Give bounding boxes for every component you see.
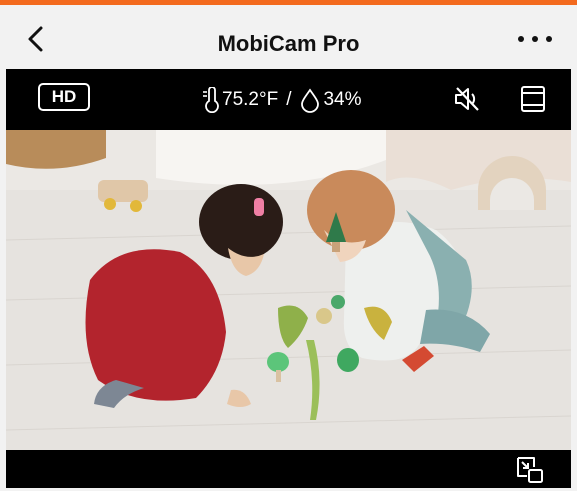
temperature-value: 75.2°F xyxy=(222,89,279,110)
thermometer-icon xyxy=(203,87,219,113)
speaker-muted-icon xyxy=(455,87,479,111)
video-control-bar: HD 75.2°F / 34% xyxy=(6,69,571,130)
top-navigation-bar: MobiCam Pro xyxy=(0,5,577,69)
picture-in-picture-icon xyxy=(517,457,543,483)
mute-button[interactable] xyxy=(452,84,482,114)
layout-split-icon xyxy=(521,86,545,112)
page-title: MobiCam Pro xyxy=(217,31,360,56)
droplet-icon xyxy=(301,88,320,113)
picture-in-picture-button[interactable] xyxy=(514,454,546,486)
more-horizontal-icon xyxy=(518,36,552,42)
layout-toggle-button[interactable] xyxy=(518,84,548,114)
environment-readout: 75.2°F / 34% xyxy=(200,87,362,113)
more-options-button[interactable] xyxy=(515,23,555,55)
live-video-feed[interactable] xyxy=(6,130,571,450)
readout-separator: / xyxy=(286,89,292,110)
hd-quality-button[interactable]: HD xyxy=(38,83,90,111)
video-bottom-bar xyxy=(6,450,571,488)
humidity-value: 34% xyxy=(323,89,362,110)
camera-scene-image xyxy=(6,130,571,450)
